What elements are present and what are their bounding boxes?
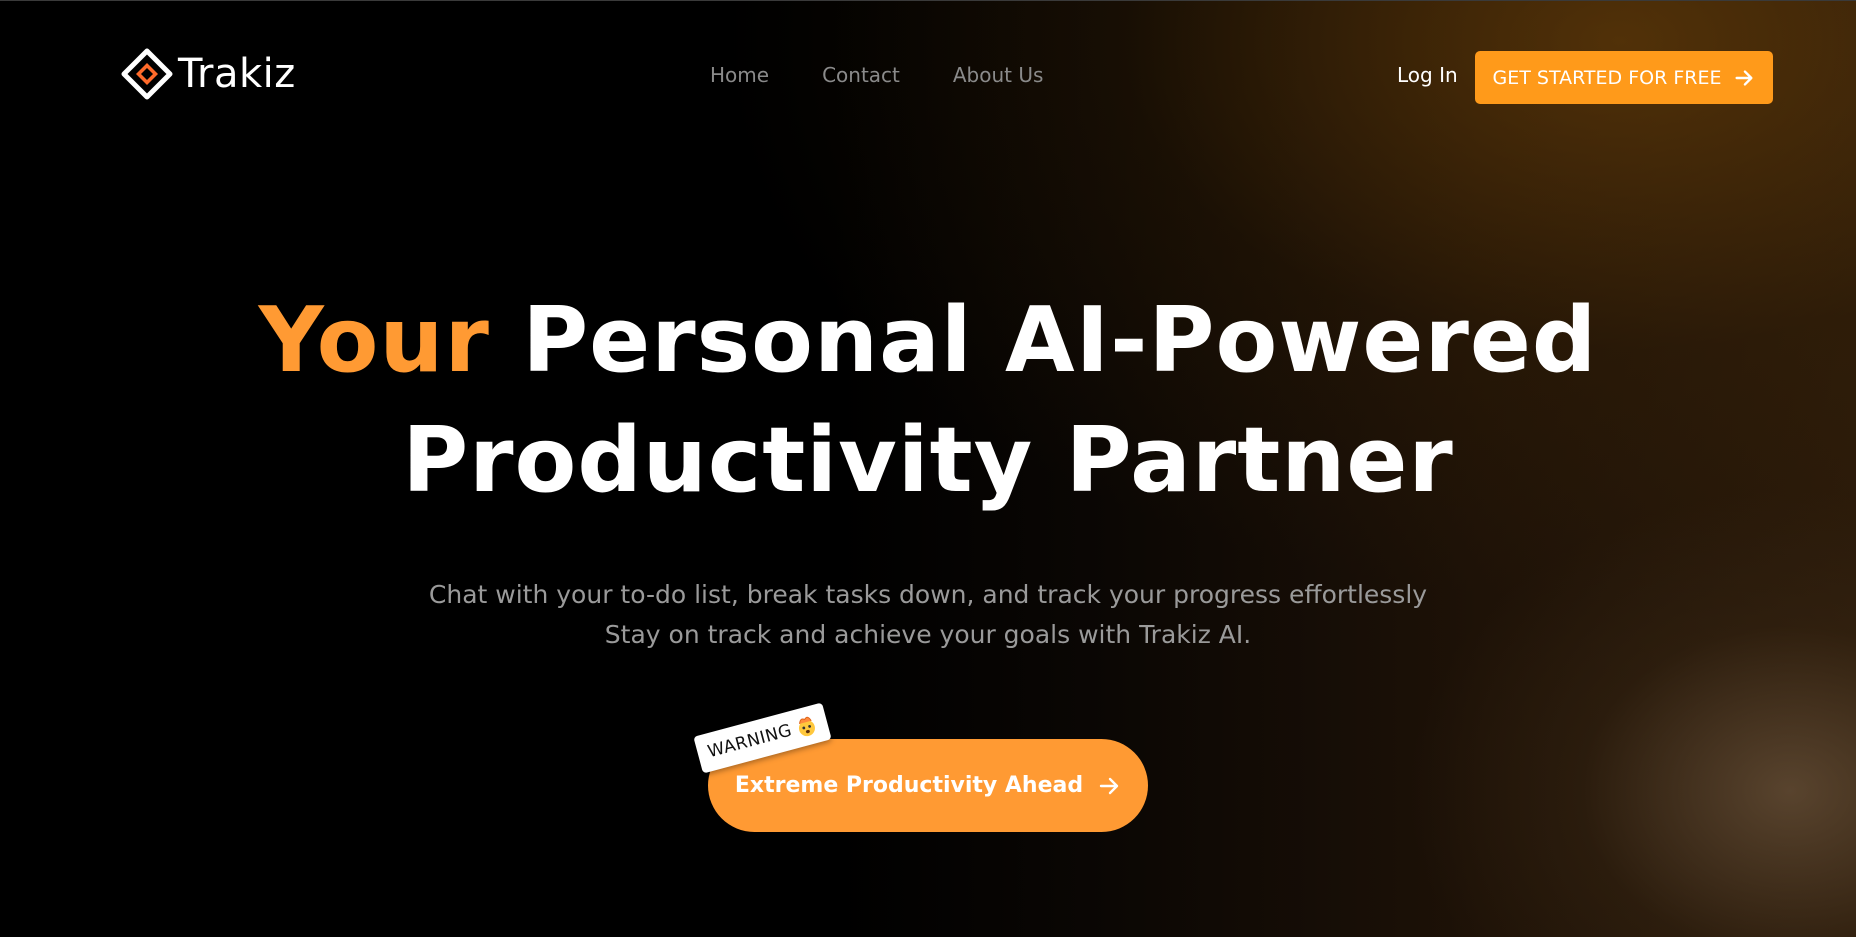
hero-subtitle-line1: Chat with your to-do list, break tasks d… [428, 580, 1428, 609]
brand-name: Trakiz [178, 51, 296, 97]
mind-blown-emoji-icon [798, 716, 815, 737]
hero-title-accent: Your [258, 288, 490, 393]
brand-logo[interactable]: Trakiz [120, 47, 296, 101]
hero-title-line1: Personal AI-Powered [522, 288, 1598, 393]
hero-title-line2: Productivity Partner [402, 408, 1454, 513]
arrow-right-icon [1099, 777, 1119, 794]
get-started-button[interactable]: GET STARTED FOR FREE [1475, 51, 1773, 104]
site-header: Trakiz Home Contact About Us Log In GET … [0, 1, 1856, 151]
arrow-right-icon [1735, 69, 1753, 86]
nav-about-link[interactable]: About Us [953, 63, 1044, 87]
hero-title: Your Personal AI-Powered Productivity Par… [0, 281, 1856, 521]
landing-page: Trakiz Home Contact About Us Log In GET … [0, 0, 1856, 937]
hero-cta-label: Extreme Productivity Ahead [734, 773, 1084, 798]
hero-subtitle: Chat with your to-do list, break tasks d… [0, 575, 1856, 655]
nav-contact-link[interactable]: Contact [822, 63, 900, 87]
hero-subtitle-line2: Stay on track and achieve your goals wit… [604, 620, 1252, 649]
trakiz-logo-icon [121, 48, 173, 100]
get-started-label: GET STARTED FOR FREE [1492, 66, 1722, 89]
login-link[interactable]: Log In [1397, 63, 1458, 87]
main-nav: Home Contact About Us [710, 63, 1043, 87]
nav-home-link[interactable]: Home [710, 63, 769, 87]
